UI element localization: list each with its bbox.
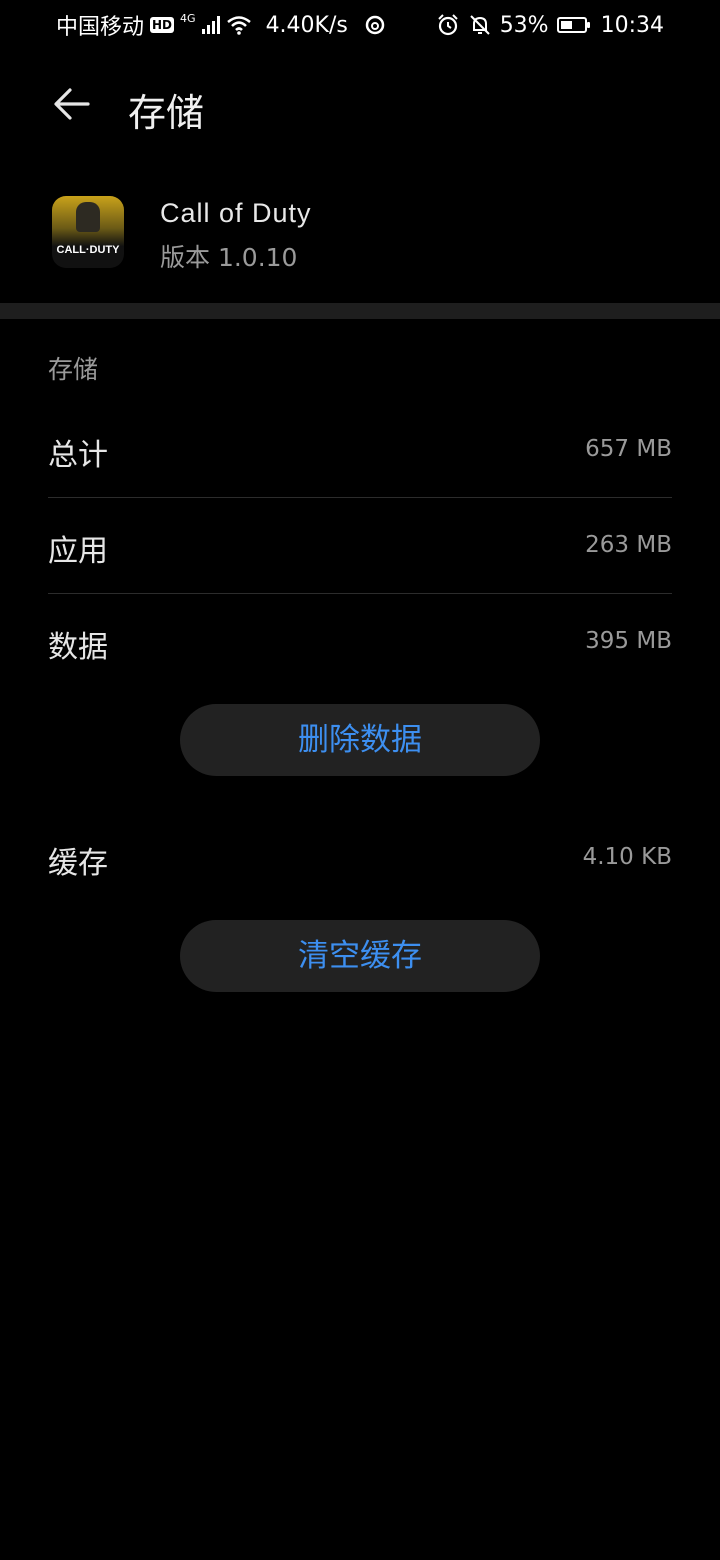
app-header: CALL·DUTY Call of Duty 版本 1.0.10: [0, 178, 720, 298]
mute-notification-icon: [469, 15, 490, 35]
storage-row-total: 总计 657 MB: [48, 402, 672, 498]
app-icon-logo-text: CALL·DUTY: [56, 244, 120, 256]
alarm-icon: [437, 14, 458, 36]
clear-data-button[interactable]: 删除数据: [180, 704, 540, 776]
app-name: Call of Duty: [160, 198, 312, 228]
netease-music-icon: [365, 15, 385, 35]
network-speed: 4.40K/s: [265, 12, 348, 38]
app-version: 版本 1.0.10: [160, 243, 298, 272]
network-type: 4G: [180, 12, 196, 25]
storage-row-cache: 缓存 4.10 KB: [48, 810, 672, 906]
status-bar-left: 中国移动 HD 4G 4.40K/s: [56, 10, 386, 40]
storage-row-app: 应用 263 MB: [48, 498, 672, 594]
carrier-name: 中国移动: [56, 15, 145, 40]
row-value: 657 MB: [585, 436, 672, 462]
row-label: 数据: [48, 630, 108, 665]
battery-icon: [556, 17, 590, 33]
back-button[interactable]: [52, 84, 92, 124]
row-value: 4.10 KB: [582, 844, 672, 870]
app-bar: 存储: [0, 64, 720, 148]
hd-icon: HD: [150, 17, 175, 33]
status-bar-right: 53% 10:34: [436, 10, 664, 40]
row-label: 缓存: [48, 846, 108, 881]
call-of-duty-app-icon: CALL·DUTY: [52, 196, 124, 268]
wifi-icon: [226, 16, 251, 35]
row-value: 395 MB: [585, 628, 672, 654]
clock: 10:34: [600, 12, 664, 38]
row-label: 总计: [48, 438, 108, 473]
status-bar: 中国移动 HD 4G 4.40K/s 53% 10:34: [0, 0, 720, 50]
storage-section-title: 存储: [48, 355, 99, 384]
arrow-left-icon: [54, 88, 90, 120]
section-divider: [0, 303, 720, 319]
row-label: 应用: [48, 534, 108, 569]
row-value: 263 MB: [585, 532, 672, 558]
page-title: 存储: [128, 91, 205, 135]
storage-row-data: 数据 395 MB: [48, 594, 672, 690]
clear-cache-button[interactable]: 清空缓存: [180, 920, 540, 992]
battery-percent: 53%: [499, 12, 549, 38]
signal-icon: [201, 16, 220, 34]
